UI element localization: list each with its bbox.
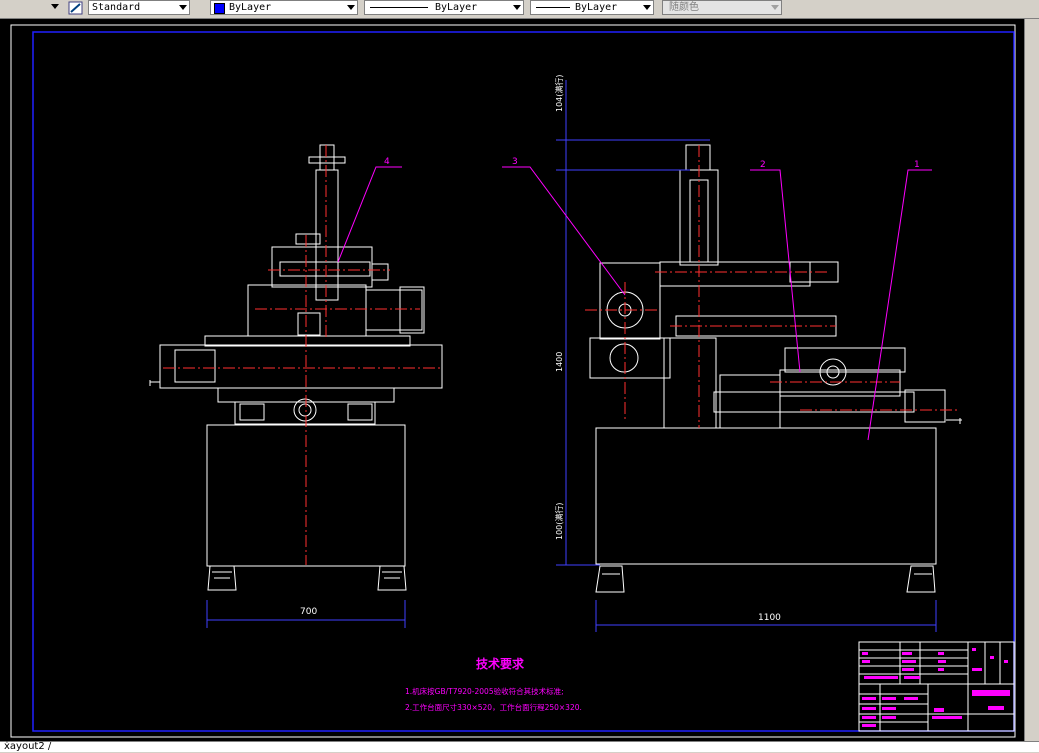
plotstyle-select[interactable]: 随颜色 <box>662 0 782 15</box>
dropdown-arrow-left-icon[interactable] <box>3 0 59 16</box>
part-label-4: 4 <box>384 157 390 167</box>
side-dim-width: 1100 <box>758 613 781 623</box>
side-dim-top: 104(满行) <box>554 74 564 112</box>
lineweight-value: ByLayer <box>575 2 618 13</box>
side-dimensions <box>556 80 937 632</box>
lineweight-sample <box>536 7 570 8</box>
part-label-1: 1 <box>914 160 920 170</box>
cad-drawing: 700 1100 104(满行) 1400 100(满行) 4 3 2 1 技术… <box>10 24 1016 738</box>
linetype-value: ByLayer <box>435 2 478 13</box>
color-swatch-icon <box>214 3 225 14</box>
part-label-3: 3 <box>512 157 518 167</box>
text-style-value: Standard <box>92 2 141 13</box>
tab-layout2[interactable]: ẋayout2 / <box>0 741 55 753</box>
side-foot-left <box>595 565 625 593</box>
chevron-down-icon <box>347 5 355 10</box>
tech-req-line2: 2.工作台面尺寸330×520，工作台面行程250×320. <box>405 702 582 712</box>
side-column-base <box>663 337 717 429</box>
layout-tab-bar: ẋayout2 / <box>0 741 1039 752</box>
color-value: ByLayer <box>229 2 272 13</box>
front-dim-width: 700 <box>300 607 317 617</box>
chevron-down-icon <box>771 5 779 10</box>
outer-sheet-border <box>10 24 1016 738</box>
front-head <box>247 284 367 337</box>
text-style-select[interactable]: Standard <box>88 0 190 15</box>
front-column <box>315 169 339 301</box>
drawing-canvas[interactable]: 700 1100 104(满行) 1400 100(满行) 4 3 2 1 技术… <box>0 19 1024 741</box>
linetype-select[interactable]: ByLayer <box>364 0 524 15</box>
properties-toolbar: Standard ByLayer ByLayer ByLayer 随颜色 <box>0 0 1039 19</box>
side-dim-bottom: 100(满行) <box>554 502 564 540</box>
lineweight-select[interactable]: ByLayer <box>530 0 654 15</box>
plotstyle-value: 随颜色 <box>669 2 699 13</box>
color-select[interactable]: ByLayer <box>210 0 358 15</box>
chevron-down-icon <box>643 5 651 10</box>
tech-req-line1: 1.机床按GB/T7920-2005验收符合其技术标准; <box>405 686 564 696</box>
vertical-scrollbar[interactable] <box>1024 19 1039 741</box>
side-dim-middle: 1400 <box>555 352 564 372</box>
text-style-icon[interactable] <box>68 0 84 16</box>
part-label-2: 2 <box>760 160 766 170</box>
chevron-down-icon <box>179 5 187 10</box>
part-leaders <box>337 166 932 441</box>
side-cabinet <box>595 427 937 565</box>
title-block-text-marks <box>862 648 1010 727</box>
side-view <box>589 144 962 593</box>
linetype-sample <box>370 7 428 8</box>
chevron-down-icon <box>513 5 521 10</box>
tech-req-title: 技术要求 <box>476 656 525 671</box>
side-foot-right <box>906 565 936 593</box>
side-arm <box>659 261 811 287</box>
